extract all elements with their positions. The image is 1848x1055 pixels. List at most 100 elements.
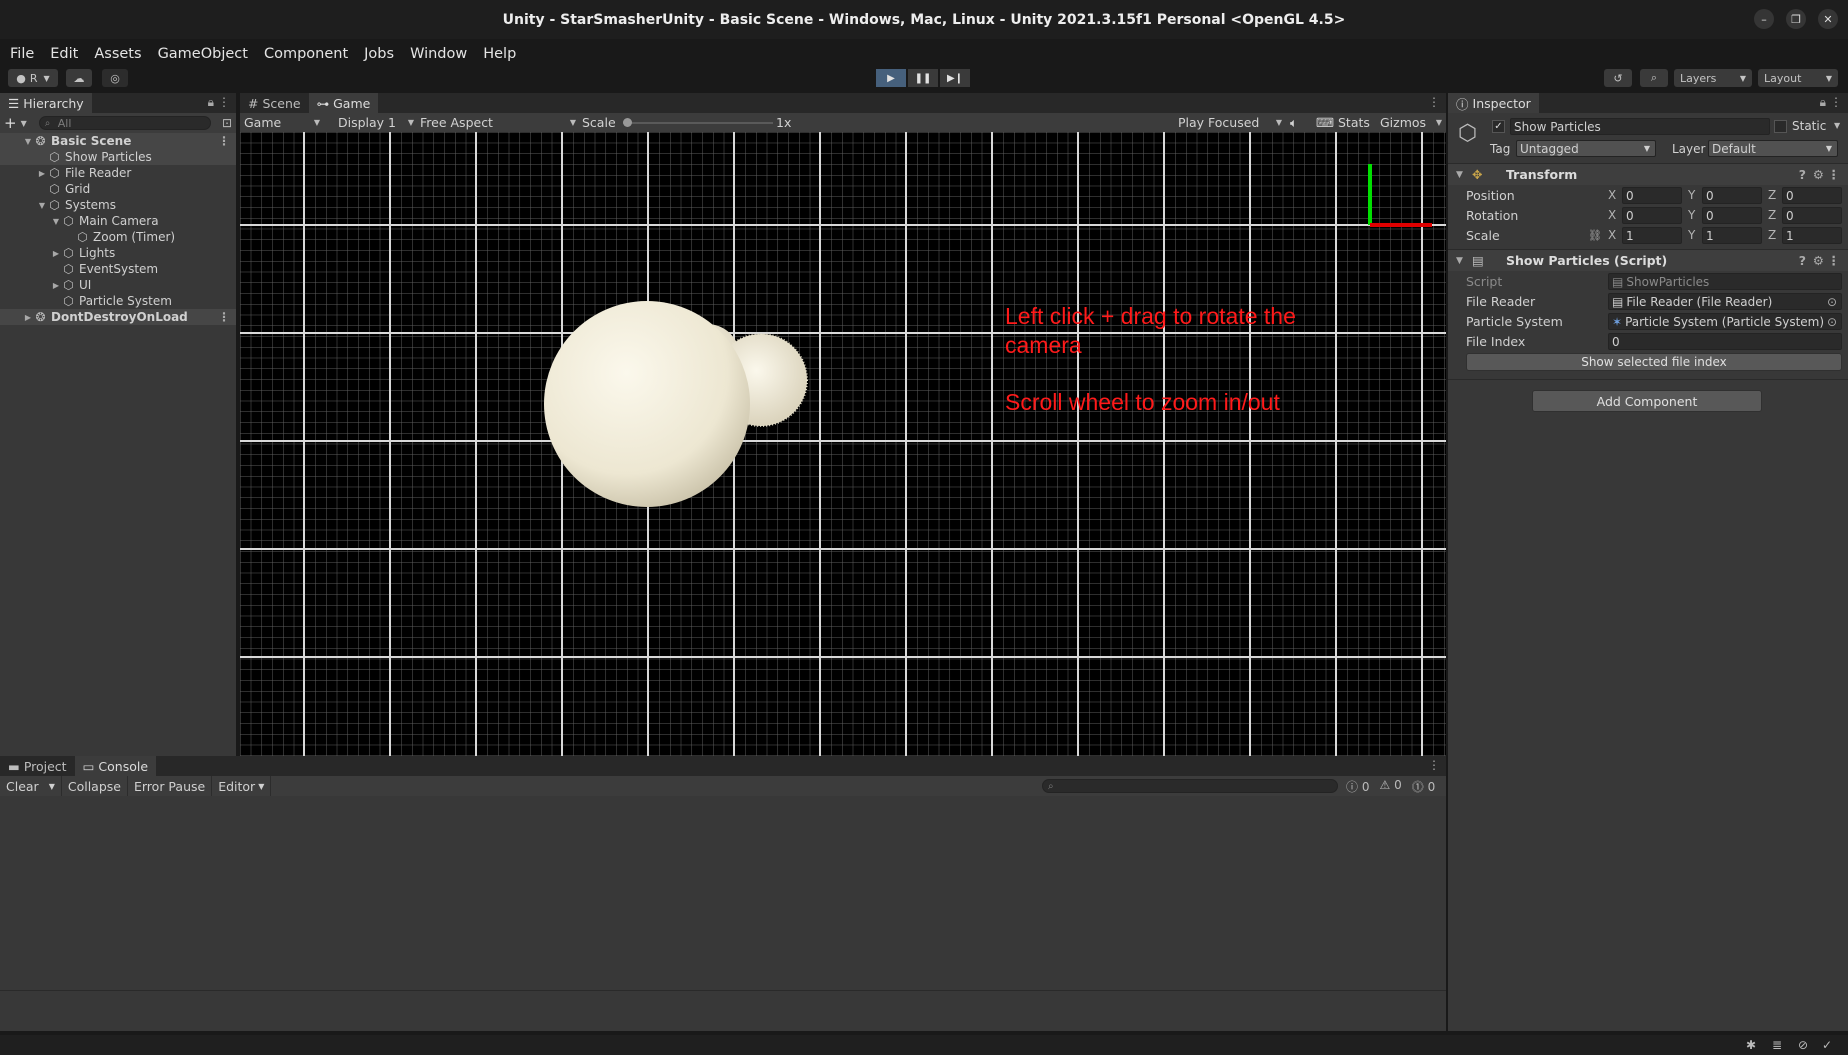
hierarchy-scene-row[interactable]: ▶ ❂ DontDestroyOnLoad ⋮ (0, 309, 236, 325)
info-count-toggle[interactable]: ⓘ 0 (1346, 778, 1369, 795)
add-component-button[interactable]: Add Component (1532, 390, 1762, 412)
cache-icon[interactable]: ⊘ (1798, 1038, 1808, 1052)
collapse-arrow-icon[interactable]: ▶ (50, 249, 62, 258)
gizmos-dropdown[interactable]: Gizmos ▼ (1380, 113, 1442, 132)
menu-file[interactable]: File (4, 46, 40, 62)
bug-icon[interactable]: ✱ (1746, 1038, 1756, 1052)
tab-hierarchy[interactable]: ☰ Hierarchy (0, 93, 92, 113)
add-icon[interactable]: + (4, 114, 17, 132)
step-button[interactable]: ▶❙ (940, 69, 970, 87)
error-pause-button[interactable]: Error Pause (128, 776, 213, 796)
hierarchy-search-input[interactable]: ⌕ All (38, 116, 211, 130)
pause-button[interactable]: ❚❚ (908, 69, 938, 87)
menu-component[interactable]: Component (258, 46, 354, 62)
error-count-toggle[interactable]: ⓵ 0 (1412, 778, 1435, 795)
expand-arrow-icon[interactable]: ▼ (50, 217, 62, 226)
tab-project[interactable]: ▬ Project (0, 756, 75, 776)
position-z-field[interactable]: 0 (1782, 187, 1842, 204)
layout-dropdown[interactable]: Layout ▼ (1758, 69, 1838, 87)
tab-game[interactable]: ⊶ Game (308, 93, 379, 113)
game-view[interactable]: Left click + drag to rotate the camera S… (240, 132, 1446, 756)
search-options-icon[interactable]: ⊡ (222, 116, 232, 130)
hierarchy-item[interactable]: ⬡ Show Particles (0, 149, 236, 165)
stats-button[interactable]: Stats (1338, 113, 1370, 132)
more-icon[interactable]: ⋮ (1828, 167, 1841, 182)
collapse-arrow-icon[interactable]: ▶ (22, 313, 34, 322)
active-checkbox[interactable]: ✓ (1492, 120, 1505, 133)
tab-console[interactable]: ▭ Console (74, 756, 157, 776)
position-x-field[interactable]: 0 (1622, 187, 1682, 204)
chevron-down-icon[interactable]: ▼ (49, 782, 55, 791)
warning-count-toggle[interactable]: ⚠ 0 (1379, 778, 1401, 795)
expand-arrow-icon[interactable]: ▼ (22, 137, 34, 146)
scale-slider-thumb[interactable] (623, 118, 632, 127)
shortcut-button[interactable]: ⌨ (1316, 113, 1334, 132)
position-y-field[interactable]: 0 (1702, 187, 1762, 204)
tab-scene[interactable]: # Scene (240, 93, 309, 113)
layers-dropdown[interactable]: Layers ▼ (1674, 69, 1752, 87)
particle-system-field[interactable]: ✶ Particle System (Particle System) ⊙ (1608, 313, 1842, 330)
rotation-x-field[interactable]: 0 (1622, 207, 1682, 224)
editor-dropdown[interactable]: Editor ▼ (212, 776, 272, 796)
play-mode-dropdown[interactable]: Play Focused ▼ (1178, 113, 1282, 132)
file-reader-field[interactable]: ▤ File Reader (File Reader) ⊙ (1608, 293, 1842, 310)
cloud-button[interactable]: ☁ (66, 69, 92, 87)
hierarchy-item[interactable]: ⬡ EventSystem (0, 261, 236, 277)
collapse-button[interactable]: Collapse (62, 776, 128, 796)
static-checkbox[interactable] (1774, 120, 1787, 133)
play-button[interactable]: ▶ (876, 69, 906, 87)
console-log-area[interactable] (0, 796, 1446, 990)
more-icon[interactable]: ⋮ (1830, 95, 1842, 109)
scale-y-field[interactable]: 1 (1702, 227, 1762, 244)
hierarchy-item[interactable]: ▶ ⬡ Lights (0, 245, 236, 261)
file-index-field[interactable]: 0 (1608, 333, 1842, 350)
chevron-down-icon[interactable]: ▼ (1834, 121, 1840, 130)
close-icon[interactable]: ✕ (1818, 9, 1838, 29)
rotation-y-field[interactable]: 0 (1702, 207, 1762, 224)
menu-window[interactable]: Window (404, 46, 473, 62)
collapse-arrow-icon[interactable]: ▶ (50, 281, 62, 290)
collapse-arrow-icon[interactable]: ▶ (36, 169, 48, 178)
show-selected-file-index-button[interactable]: Show selected file index (1466, 353, 1842, 371)
script-component-header[interactable]: ▼ ▤ Show Particles (Script) ? ⚙ ⋮ (1448, 249, 1848, 271)
maximize-icon[interactable]: ❐ (1786, 9, 1806, 29)
game-mode-dropdown[interactable]: Game ▼ (244, 113, 324, 132)
account-button[interactable]: ● R ▼ (8, 69, 58, 87)
hierarchy-item[interactable]: ▶ ⬡ File Reader (0, 165, 236, 181)
menu-jobs[interactable]: Jobs (358, 46, 400, 62)
mute-audio-button[interactable]: 🔈︎ (1290, 113, 1298, 132)
hierarchy-scene-row[interactable]: ▼ ❂ Basic Scene ⋮ (0, 133, 236, 149)
expand-arrow-icon[interactable]: ▼ (36, 201, 48, 210)
collab-button[interactable]: ◎ (102, 69, 128, 87)
hierarchy-item[interactable]: ⬡ Zoom (Timer) (0, 229, 236, 245)
hierarchy-item[interactable]: ▶ ⬡ UI (0, 277, 236, 293)
tab-inspector[interactable]: ⓘ Inspector (1448, 93, 1539, 113)
check-icon[interactable]: ✓ (1822, 1038, 1832, 1052)
menu-help[interactable]: Help (477, 46, 522, 62)
rotation-z-field[interactable]: 0 (1782, 207, 1842, 224)
more-icon[interactable]: ⋮ (218, 310, 230, 324)
more-icon[interactable]: ⋮ (1428, 95, 1440, 109)
more-icon[interactable]: ⋮ (1828, 253, 1841, 268)
hierarchy-item[interactable]: ⬡ Particle System (0, 293, 236, 309)
layer-dropdown[interactable]: Default ▼ (1708, 140, 1838, 157)
chevron-down-icon[interactable]: ▼ (21, 119, 27, 128)
display-dropdown[interactable]: Display 1 ▼ (338, 113, 414, 132)
clear-button[interactable]: Clear ▼ (0, 776, 62, 796)
help-icon[interactable]: ? (1799, 253, 1806, 268)
minimize-icon[interactable]: – (1754, 9, 1774, 29)
console-search-input[interactable]: ⌕ (1042, 779, 1338, 793)
object-name-input[interactable]: Show Particles (1510, 118, 1770, 135)
search-button[interactable]: ⌕ (1640, 69, 1668, 87)
lock-icon[interactable]: 🔒︎ (208, 95, 214, 110)
menu-edit[interactable]: Edit (44, 46, 84, 62)
lock-icon[interactable]: 🔒︎ (1820, 95, 1826, 110)
object-picker-icon[interactable]: ⊙ (1827, 315, 1837, 329)
link-icon[interactable]: ⛓ (1588, 229, 1602, 242)
object-picker-icon[interactable]: ⊙ (1827, 295, 1837, 309)
transform-header[interactable]: ▼ ✥ Transform ? ⚙ ⋮ (1448, 163, 1848, 185)
help-icon[interactable]: ? (1799, 167, 1806, 182)
more-icon[interactable]: ⋮ (218, 95, 230, 109)
menu-assets[interactable]: Assets (88, 46, 147, 62)
aspect-dropdown[interactable]: Free Aspect ▼ (420, 113, 576, 132)
